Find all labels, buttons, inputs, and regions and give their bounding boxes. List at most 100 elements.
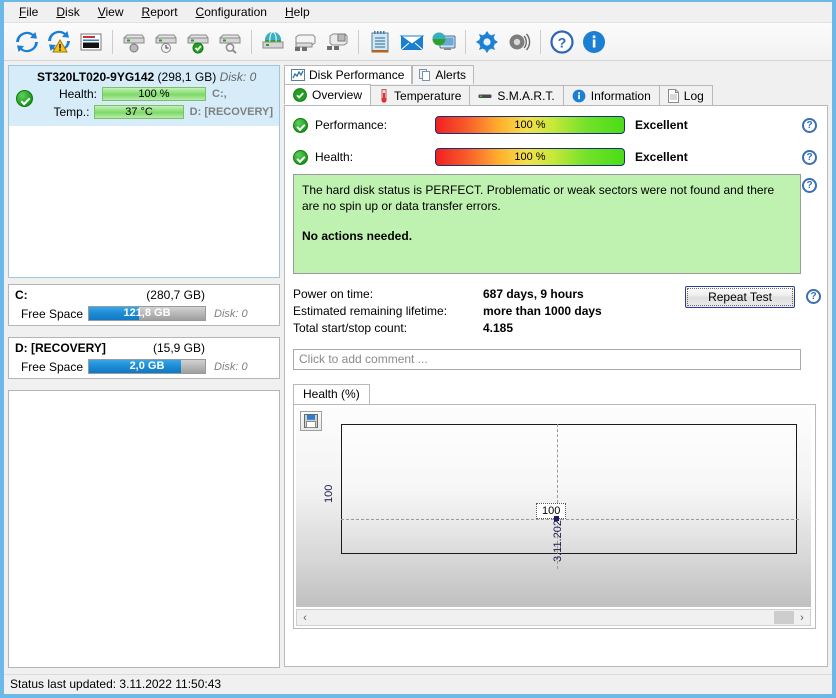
volume-free-row: Free Space 121,8 GB Disk: 0 (15, 306, 273, 321)
toolbar-separator (112, 29, 113, 54)
disk-capacity: (298,1 GB) (157, 70, 217, 84)
dash-icon (478, 94, 492, 98)
chart-data-point (554, 516, 559, 521)
chart-plot-frame (341, 424, 797, 554)
tab-alerts[interactable]: Alerts (412, 65, 475, 84)
toolbar-separator (251, 29, 252, 54)
menu-item-configuration[interactable]: Configuration (187, 3, 276, 22)
health-chart-wrapper: Health (%) 100 3.11.2022 100 ‹ › (293, 384, 816, 629)
volume-size: (280,7 GB) (146, 288, 205, 302)
tab-overview[interactable]: Overview (284, 84, 372, 105)
tab-label: Alerts (435, 68, 467, 82)
repeat-test-button[interactable]: Repeat Test (685, 286, 795, 308)
status-message-box: The hard disk status is PERFECT. Problem… (293, 174, 801, 274)
disk-usb-icon[interactable] (289, 26, 321, 58)
chart-plot-area: 100 3.11.2022 100 (296, 407, 811, 607)
volume-panel-c[interactable]: C: (280,7 GB) Free Space 121,8 GB Disk: … (8, 284, 280, 326)
health-bar: 100 % (435, 148, 625, 166)
disk-network-icon[interactable] (257, 26, 289, 58)
remote-monitor-icon[interactable] (428, 26, 460, 58)
scroll-thumb[interactable] (774, 611, 794, 624)
chart-horizontal-scrollbar[interactable]: ‹ › (296, 609, 811, 626)
disk-temp-label: Temp.: (53, 104, 90, 119)
disk-entry-selected[interactable]: ST320LT020-9YG142 (298,1 GB) Disk: 0 Hea… (9, 66, 279, 126)
chart-tab-strip: Health (%) (293, 384, 816, 404)
status-message-emphasis: No actions needed. (302, 229, 413, 243)
right-column: Disk Performance Alerts Overview Tempera… (284, 65, 828, 668)
menu-item-file[interactable]: File (10, 3, 47, 22)
tab-log[interactable]: Log (658, 85, 713, 105)
help-icon[interactable]: ? (802, 149, 817, 165)
check-circle-icon (16, 90, 33, 107)
disk-usb2-icon[interactable] (321, 26, 353, 58)
disk-health-row: Health: 100 % C:, (45, 85, 273, 102)
volume-free-label: Free Space (20, 359, 83, 374)
overview-content-pane: Performance: 100 % Excellent ? Health: 1… (284, 105, 828, 667)
window-inner: File Disk View Report Configuration Help (4, 2, 832, 694)
info-icon[interactable] (578, 26, 610, 58)
disk-model: ST320LT020-9YG142 (37, 70, 155, 84)
stat-row: Total start/stop count: 4.185 (293, 320, 823, 337)
volume-list-empty-area (8, 390, 280, 668)
mail-icon[interactable] (396, 26, 428, 58)
repeat-test-label: Repeat Test (687, 288, 793, 306)
comment-input[interactable]: Click to add comment ... (293, 349, 801, 370)
volume-name: C: (15, 288, 28, 302)
toolbar-separator (465, 29, 466, 54)
toolbar: ? (4, 23, 832, 61)
disk-temp-row: Temp.: 37 °C D: [RECOVERY] (45, 103, 273, 120)
menu-item-report[interactable]: Report (133, 3, 187, 22)
disk-search-icon[interactable] (214, 26, 246, 58)
refresh-alert-icon[interactable] (43, 26, 75, 58)
volume-header: C: (280,7 GB) (15, 288, 273, 304)
disk-health-label: Health: (58, 86, 97, 101)
gear-icon[interactable] (471, 26, 503, 58)
sound-icon[interactable] (503, 26, 535, 58)
tab-label: Log (683, 88, 704, 103)
tab-label: Temperature (394, 88, 462, 103)
disk-scan-icon[interactable] (118, 26, 150, 58)
help-icon[interactable]: ? (806, 289, 821, 304)
svg-text:?: ? (558, 34, 567, 50)
refresh-icon[interactable] (11, 26, 43, 58)
tab-disk-performance[interactable]: Disk Performance (284, 65, 413, 84)
report-icon[interactable] (75, 26, 107, 58)
volume-name: D: [RECOVERY] (15, 341, 106, 355)
volume-size: (15,9 GB) (152, 341, 205, 355)
volume-disk-id: Disk: 0 (214, 307, 248, 320)
tab-label: Overview (312, 87, 363, 102)
scroll-track[interactable] (313, 610, 794, 625)
tab-smart[interactable]: S.M.A.R.T. (469, 85, 564, 105)
chart-icon (291, 69, 305, 81)
copy-icon (419, 69, 431, 81)
menu-bar: File Disk View Report Configuration Help (4, 2, 832, 23)
volume-header: D: [RECOVERY] (15,9 GB) (15, 341, 273, 357)
notepad-icon[interactable] (364, 26, 396, 58)
performance-label: Performance: (315, 118, 388, 132)
menu-item-help[interactable]: Help (276, 3, 319, 22)
help-icon[interactable]: ? (802, 117, 817, 133)
chart-x-tick-label: 3.11.2022 (552, 513, 564, 562)
health-chart: 100 3.11.2022 100 ‹ › (293, 404, 816, 629)
disk-list-panel[interactable]: ST320LT020-9YG142 (298,1 GB) Disk: 0 Hea… (8, 65, 280, 278)
stat-key: Power on time: (293, 287, 374, 301)
inner-tab-strip: Overview Temperature S.M.A.R.T. Informat… (284, 84, 828, 105)
help-icon[interactable]: ? (802, 178, 817, 193)
disk-clock-icon[interactable] (150, 26, 182, 58)
menu-item-disk[interactable]: Disk (47, 3, 88, 22)
chart-gridline-horizontal (341, 519, 799, 520)
tab-health-chart[interactable]: Health (%) (293, 384, 370, 404)
tab-information[interactable]: Information (562, 85, 660, 105)
tab-temperature[interactable]: Temperature (370, 85, 471, 105)
info-circle-icon (572, 89, 586, 102)
help-icon[interactable]: ? (546, 26, 578, 58)
floppy-save-icon[interactable] (300, 411, 322, 431)
disk-check-icon[interactable] (182, 26, 214, 58)
volume-panel-d[interactable]: D: [RECOVERY] (15,9 GB) Free Space 2,0 G… (8, 337, 280, 379)
volume-free-bar: 121,8 GB (88, 306, 206, 321)
tab-label: Disk Performance (309, 68, 405, 82)
scroll-right-arrow[interactable]: › (794, 612, 810, 624)
menu-item-view[interactable]: View (89, 3, 133, 22)
status-message-text: The hard disk status is PERFECT. Problem… (302, 183, 775, 213)
scroll-left-arrow[interactable]: ‹ (297, 612, 313, 624)
